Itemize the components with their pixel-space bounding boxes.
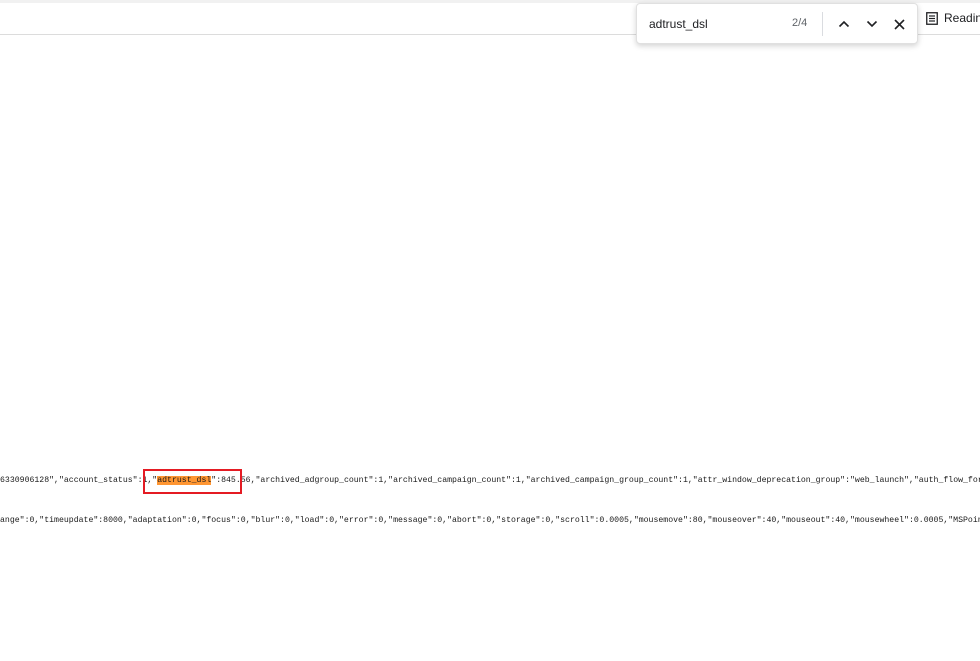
find-divider <box>822 12 823 36</box>
json-text-after-match: ":845.56,"archived_adgroup_count":1,"arc… <box>211 476 980 485</box>
annotation-highlight-box <box>143 469 242 494</box>
find-match-count: 2/4 <box>792 17 808 29</box>
close-icon <box>893 18 905 30</box>
json-text-line-2: ange":0,"timeupdate":8000,"adaptation":0… <box>0 516 980 525</box>
find-previous-button[interactable] <box>833 13 855 35</box>
find-next-button[interactable] <box>861 13 883 35</box>
chevron-down-icon <box>866 20 878 28</box>
reading-list-icon <box>926 11 938 25</box>
find-input[interactable] <box>649 14 789 34</box>
reading-mode-button[interactable]: Reading <box>926 9 980 27</box>
find-in-page-bar: 2/4 <box>636 3 918 44</box>
chevron-up-icon <box>838 20 850 28</box>
json-text-before-match: 6330906128","account_status":1," <box>0 476 158 485</box>
find-close-button[interactable] <box>888 13 910 35</box>
reading-mode-label: Reading <box>944 11 980 25</box>
